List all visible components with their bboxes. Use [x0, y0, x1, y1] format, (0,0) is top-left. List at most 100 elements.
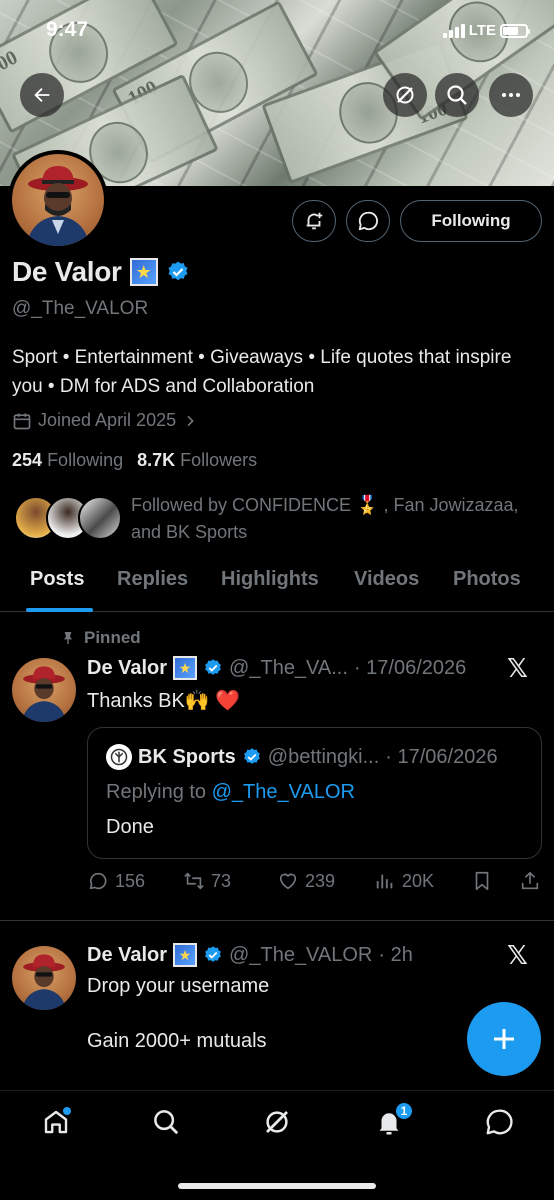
- pinned-label: Pinned: [60, 628, 141, 648]
- post-author-name[interactable]: De Valor: [87, 944, 167, 967]
- post-avatar[interactable]: [12, 658, 76, 722]
- post-text-line: Drop your username: [87, 975, 270, 997]
- chevron-right-icon: [187, 415, 194, 426]
- following-count-link[interactable]: 254 Following: [12, 450, 123, 471]
- nav-notifications[interactable]: 1: [372, 1101, 414, 1139]
- star-emoji-icon: ★: [173, 656, 198, 680]
- quoted-text: Done: [106, 816, 154, 838]
- quoted-avatar: [106, 744, 132, 770]
- status-bar: 9:47 LTE: [0, 18, 554, 48]
- post-header: De Valor ★ @_The_VA... · 17/06/2026: [87, 656, 466, 680]
- follow-counts: 254 Following 8.7K Followers: [12, 450, 257, 471]
- followed-by-text: Followed by CONFIDENCE 🎖️ , Fan Jowizaza…: [131, 495, 519, 542]
- post-text-line: Gain 2000+ mutuals: [87, 1030, 267, 1052]
- nav-messages[interactable]: [482, 1105, 516, 1139]
- active-tab-indicator: [26, 608, 93, 612]
- reply-icon: [89, 872, 107, 890]
- avatar-image: [12, 154, 104, 246]
- star-emoji-icon: ★: [129, 258, 158, 286]
- profile-handle: @_The_VALOR: [12, 298, 149, 319]
- bookmark-button[interactable]: [471, 870, 493, 892]
- home-indicator[interactable]: [178, 1183, 376, 1189]
- follower-avatar: [78, 496, 122, 540]
- profile-name: De Valor: [12, 256, 122, 287]
- battery-icon: [500, 23, 530, 38]
- verified-badge-icon: [243, 748, 260, 764]
- post-date: · 2h: [378, 943, 413, 966]
- quoted-date: · 17/06/2026: [385, 745, 498, 768]
- post-author-handle: @_The_VALOR: [229, 943, 373, 966]
- verified-badge-icon: [205, 946, 221, 962]
- tab-highlights[interactable]: Highlights: [221, 568, 319, 591]
- quoted-post-header: BK Sports @bettingki... · 17/06/2026: [106, 744, 498, 770]
- followed-by-row[interactable]: Followed by CONFIDENCE 🎖️ , Fan Jowizaza…: [14, 490, 544, 546]
- back-button[interactable]: [20, 73, 64, 117]
- quoted-author-name: BK Sports: [138, 745, 236, 768]
- star-emoji-icon: ★: [173, 943, 198, 967]
- tab-replies[interactable]: Replies: [117, 568, 188, 591]
- signal-icon: [442, 23, 465, 38]
- views-chart-icon: [376, 874, 393, 889]
- x-logo-icon[interactable]: 𝕏: [507, 941, 528, 971]
- search-icon: [447, 85, 467, 105]
- chat-bubble-icon: [486, 1109, 513, 1135]
- profile-name-row: De Valor ★: [12, 256, 190, 288]
- post-header: De Valor ★ @_The_VALOR · 2h: [87, 943, 413, 967]
- tab-photos[interactable]: Photos: [453, 568, 521, 591]
- search-icon: [154, 1110, 179, 1135]
- plus-icon: [494, 1029, 514, 1049]
- following-button[interactable]: Following: [400, 200, 542, 242]
- grok-icon: [396, 86, 414, 104]
- pin-icon: [64, 632, 72, 644]
- arrow-left-icon: [34, 87, 50, 103]
- message-button[interactable]: [346, 200, 390, 242]
- repost-icon: [184, 872, 204, 890]
- share-button[interactable]: [519, 870, 541, 892]
- joined-date[interactable]: Joined April 2025: [12, 410, 198, 431]
- notify-button[interactable]: [292, 200, 336, 242]
- replying-to-handle[interactable]: @_The_VALOR: [212, 781, 355, 803]
- nav-grok[interactable]: [260, 1105, 294, 1139]
- home-new-dot: [63, 1107, 71, 1115]
- notifications-badge: 1: [394, 1101, 414, 1121]
- search-button[interactable]: [435, 73, 479, 117]
- status-time: 9:47: [46, 18, 89, 41]
- profile-tabs: Posts Replies Highlights Videos Photos: [0, 560, 554, 612]
- profile-avatar[interactable]: [8, 150, 108, 250]
- nav-search[interactable]: [149, 1105, 183, 1139]
- post-date: · 17/06/2026: [353, 656, 467, 679]
- more-icon: [502, 93, 520, 97]
- grok-icon: [266, 1111, 288, 1133]
- like-button[interactable]: 239: [277, 870, 335, 892]
- calendar-icon: [13, 413, 31, 429]
- network-type: LTE: [468, 22, 496, 39]
- post-avatar[interactable]: [12, 946, 76, 1010]
- grok-button[interactable]: [383, 73, 427, 117]
- views-button[interactable]: 20K: [374, 870, 434, 892]
- heart-icon: [279, 873, 297, 890]
- tab-posts[interactable]: Posts: [30, 568, 84, 591]
- verified-badge-icon: [205, 659, 221, 675]
- post-divider: [0, 920, 554, 921]
- nav-home[interactable]: [39, 1105, 73, 1139]
- chat-bubble-icon: [358, 211, 378, 231]
- compose-post-button[interactable]: [467, 1002, 541, 1076]
- replying-to: Replying to @_The_VALOR: [106, 781, 355, 803]
- bookmark-icon: [475, 871, 489, 891]
- quoted-post[interactable]: BK Sports @bettingki... · 17/06/2026 Rep…: [87, 727, 542, 859]
- joined-text: Joined April 2025: [38, 410, 177, 430]
- share-icon: [521, 871, 539, 890]
- profile-bio: Sport • Entertainment • Giveaways • Life…: [12, 347, 512, 397]
- repost-button[interactable]: 73: [183, 870, 231, 892]
- post-author-name[interactable]: De Valor: [87, 657, 167, 680]
- bell-plus-icon: [306, 212, 323, 230]
- followers-count-link[interactable]: 8.7K Followers: [137, 450, 257, 471]
- reply-button[interactable]: 156: [87, 870, 145, 892]
- verified-badge-icon: [168, 261, 188, 281]
- tab-videos[interactable]: Videos: [354, 568, 419, 591]
- post-actions: 156 73 239 20K: [87, 870, 542, 898]
- post-author-handle: @_The_VA...: [229, 656, 348, 679]
- x-logo-icon[interactable]: 𝕏: [507, 654, 528, 684]
- more-button[interactable]: [489, 73, 533, 117]
- post-text: Thanks BK🙌 ❤️: [87, 690, 241, 712]
